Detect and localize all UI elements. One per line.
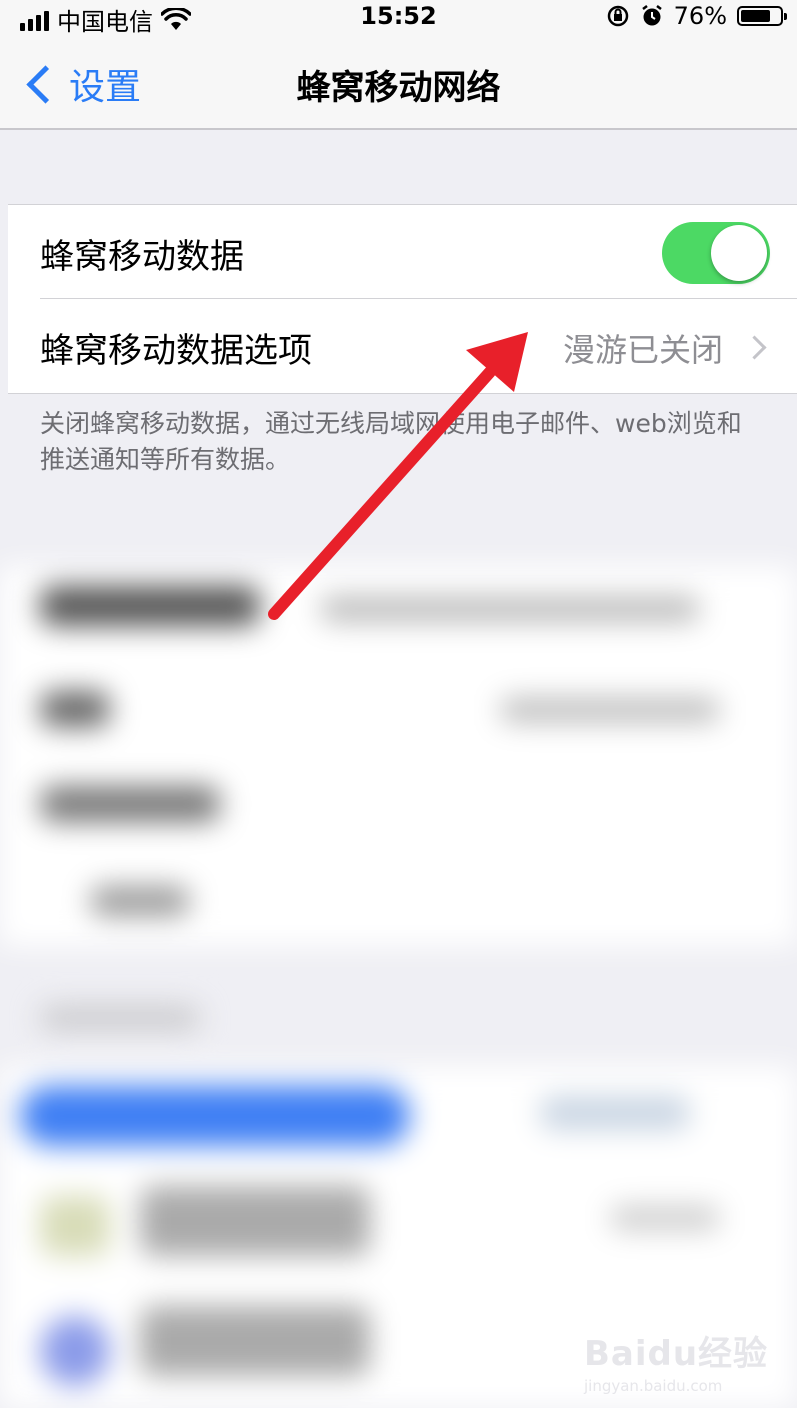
battery-fill [741,10,770,22]
cellular-data-options-row[interactable]: 蜂窝移动数据选项 漫游已关闭 [8,299,797,392]
baidu-jingyan-watermark: Baidu经验 jingyan.baidu.com [584,1326,768,1395]
cellular-data-label: 蜂窝移动数据 [40,237,244,277]
watermark-sub: jingyan.baidu.com [584,1377,723,1395]
toggle-knob [711,225,767,281]
cellular-settings-group: 蜂窝移动数据 蜂窝移动数据选项 漫游已关闭 [8,204,797,394]
page-title: 蜂窝移动网络 [296,68,501,108]
orientation-lock-icon [607,5,628,27]
battery-percent: 76% [673,2,727,30]
alarm-icon [641,5,662,26]
cellular-data-toggle[interactable] [662,222,770,284]
status-right: 76% [606,2,787,30]
navigation-bar: 设置 蜂窝移动网络 [0,34,797,130]
status-bar: 中国电信 15:52 76% [0,0,797,36]
cellular-data-row: 蜂窝移动数据 [8,205,797,299]
watermark-main: Baidu经验 [584,1334,769,1374]
roaming-status-value: 漫游已关闭 [562,331,723,369]
battery-icon [737,6,787,26]
cellular-data-options-label: 蜂窝移动数据选项 [40,331,312,371]
chevron-right-icon [742,335,767,360]
blurred-placeholder [0,486,797,1408]
group-footer-note: 关闭蜂窝移动数据，通过无线局域网使用电子邮件、web浏览和推送通知等所有数据。 [40,409,742,474]
blurred-content-area [0,486,797,1408]
